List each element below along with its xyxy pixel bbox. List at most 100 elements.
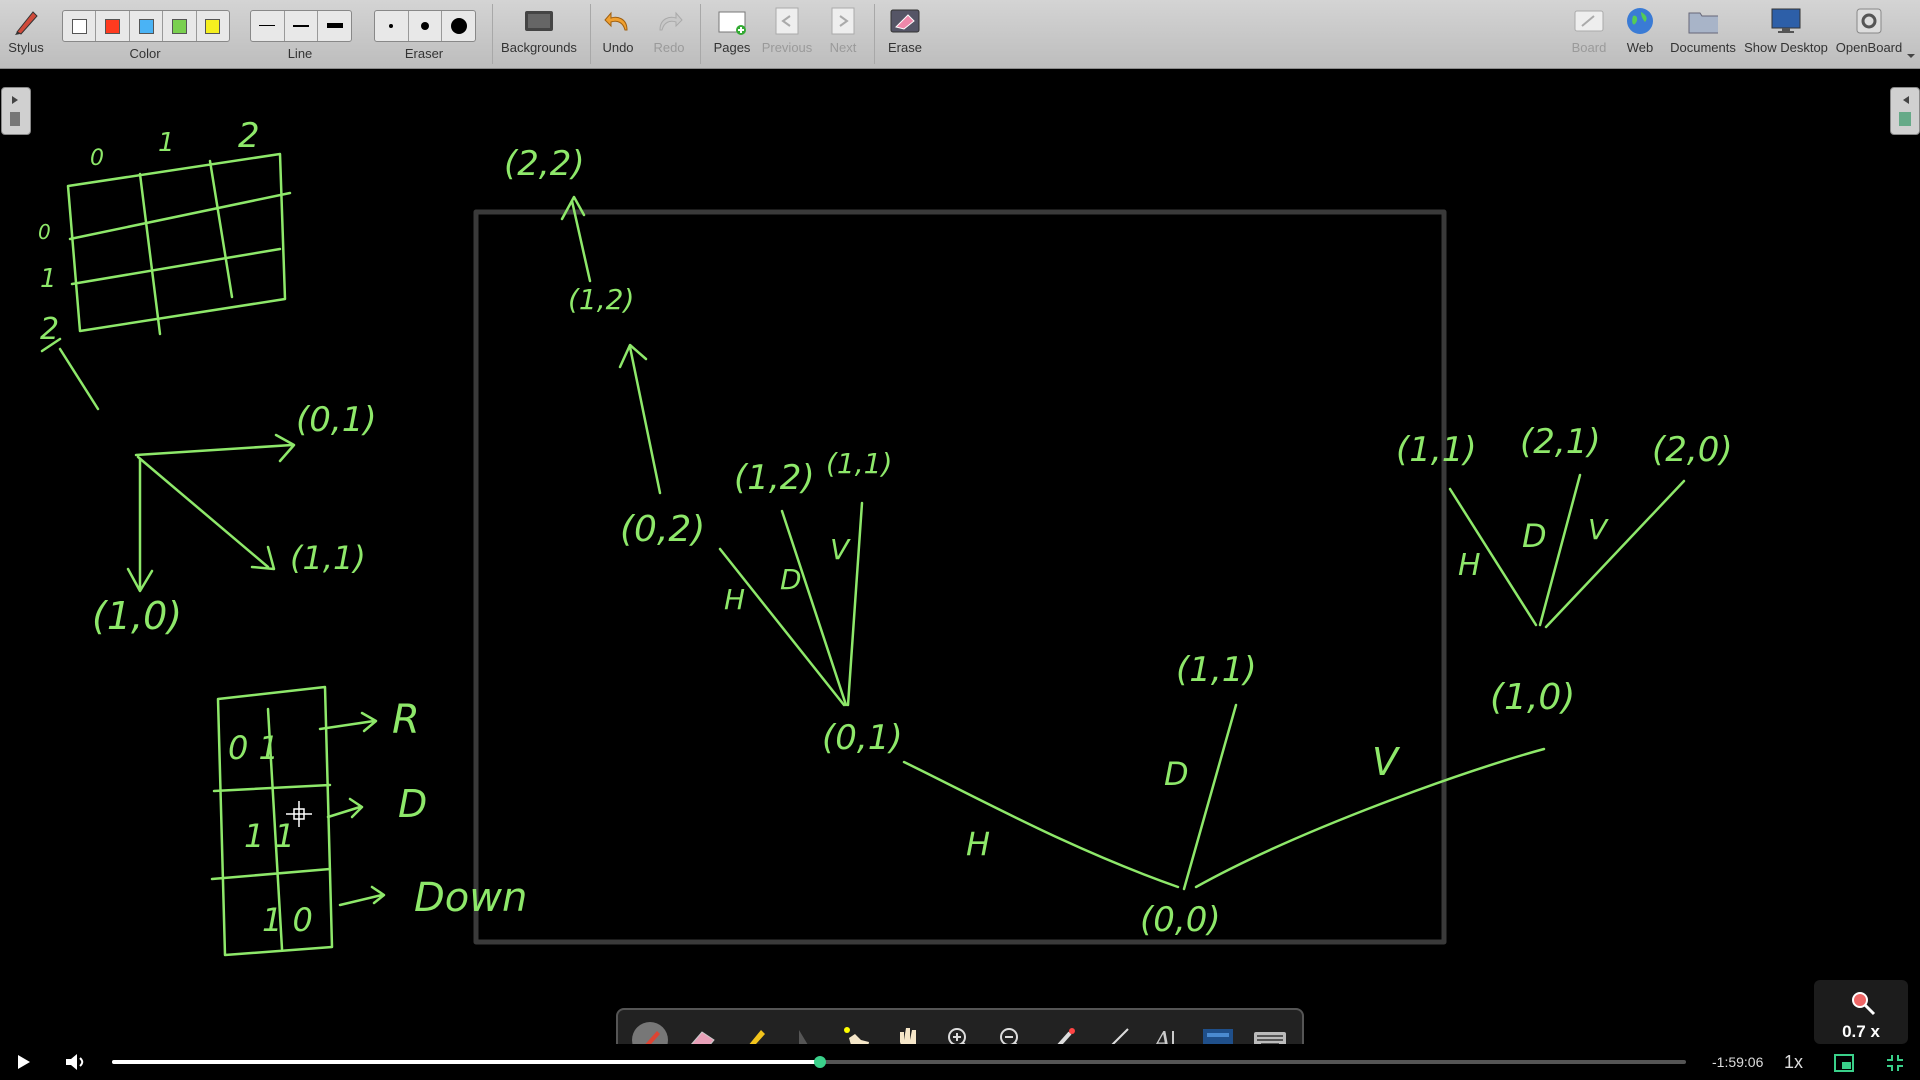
grid-sketch (66, 152, 292, 336)
arrow-right-sketch (134, 433, 296, 463)
board-label: Board (1571, 40, 1607, 55)
next-page-icon (828, 6, 858, 36)
color-white-swatch[interactable] (63, 11, 97, 41)
erase-label: Erase (888, 40, 922, 55)
tree-edge-d: D (780, 563, 802, 596)
color-white-chip (71, 18, 87, 34)
line-thick-button[interactable] (318, 11, 351, 41)
toolbar-divider (590, 4, 591, 64)
tree-node-12: (1,2) (568, 283, 634, 316)
tree-node-21: (2,1) (1520, 422, 1601, 462)
seek-handle[interactable] (814, 1056, 827, 1068)
show-desktop-button[interactable]: Show Desktop (1744, 6, 1828, 64)
tree-node-20: (2,0) (1652, 430, 1733, 470)
table-text: 1 0 (262, 901, 313, 939)
edge-root-to-10 (1194, 747, 1546, 889)
grid-row-label: 1 (40, 264, 57, 294)
erase-page-icon (890, 6, 920, 36)
edge-02-up (618, 343, 662, 495)
arrow-r-sketch (318, 711, 378, 733)
globe-icon (1625, 6, 1655, 36)
volume-icon[interactable] (64, 1052, 86, 1072)
color-yellow-swatch[interactable] (197, 11, 229, 41)
edge-root-to-11 (1182, 703, 1238, 891)
tree-node-11: (1,1) (1176, 650, 1257, 690)
backgrounds-icon (524, 6, 554, 36)
folder-icon (1688, 6, 1718, 36)
undo-icon (603, 6, 633, 36)
fullscreen-exit-icon[interactable] (1886, 1054, 1904, 1072)
eraser-medium-button[interactable] (409, 11, 443, 41)
erase-button[interactable]: Erase (882, 6, 928, 64)
arrow-diag-sketch (136, 455, 276, 571)
seek-track[interactable] (112, 1056, 1686, 1068)
backgrounds-button[interactable]: Backgrounds (498, 6, 580, 64)
tree-edge-v: V (1588, 513, 1609, 546)
zoom-widget[interactable]: 0.7 x (1814, 980, 1908, 1044)
arrow-label-down: Down (414, 875, 527, 921)
tree-node-12: (1,2) (734, 458, 815, 498)
time-remaining: -1:59:06 (1712, 1054, 1764, 1070)
documents-label: Documents (1670, 40, 1736, 55)
openboard-label: OpenBoard (1835, 40, 1903, 55)
arrow-down-label-sketch (338, 885, 386, 907)
color-green-swatch[interactable] (163, 11, 197, 41)
note-1-1: (1,1) (290, 539, 366, 577)
toolbar-divider (492, 4, 493, 64)
note-0-1: (0,1) (296, 400, 377, 440)
tree-edge-h: H (966, 825, 990, 863)
next-page-button[interactable]: Next (824, 6, 862, 64)
playback-bar: -1:59:06 1x (0, 1044, 1920, 1080)
main-toolbar: Stylus Color Line Eraser Backgrounds Und… (0, 0, 1920, 69)
line-thin-button[interactable] (251, 11, 285, 41)
seek-progress (112, 1060, 821, 1064)
board-button[interactable]: Board (1568, 6, 1610, 64)
color-red-swatch[interactable] (96, 11, 130, 41)
arrow-down-sketch (126, 457, 154, 593)
redo-button[interactable]: Redo (648, 6, 690, 64)
previous-page-icon (772, 6, 802, 36)
show-desktop-label: Show Desktop (1744, 40, 1828, 55)
frame-rect (473, 209, 1447, 945)
add-page-icon (717, 6, 747, 36)
toolbar-divider (700, 4, 701, 64)
line-width-group (250, 10, 352, 42)
toolbar-divider (874, 4, 875, 64)
edge-01-to-11 (846, 501, 864, 707)
table-text: 0 1 (228, 729, 279, 767)
line-medium-button[interactable] (285, 11, 319, 41)
color-blue-swatch[interactable] (130, 11, 164, 41)
openboard-menu-button[interactable]: OpenBoard (1834, 6, 1904, 64)
chevron-down-icon[interactable] (1906, 52, 1916, 60)
web-button[interactable]: Web (1620, 6, 1660, 64)
gear-icon (1854, 6, 1884, 36)
tree-edge-h: H (1458, 548, 1481, 583)
color-red-chip (105, 18, 121, 34)
arrow-label-r: R (392, 697, 420, 743)
line-group-label: Line (287, 46, 313, 61)
edge-root-to-01 (902, 760, 1180, 889)
note-1-0: (1,0) (92, 594, 182, 638)
picture-in-picture-icon[interactable] (1834, 1054, 1854, 1072)
grid-row-label: 2 (40, 312, 59, 347)
zoom-level: 0.7 x (1842, 1022, 1880, 1041)
arrow-label-d: D (398, 782, 427, 826)
pages-button[interactable]: Pages (710, 6, 754, 64)
stylus-button[interactable]: Stylus (4, 6, 48, 64)
eraser-size-group (374, 10, 476, 42)
eraser-large-button[interactable] (442, 11, 475, 41)
tree-node-01: (0,1) (822, 718, 903, 758)
edge-10-to-20 (1544, 479, 1686, 629)
tree-node-22: (2,2) (504, 144, 585, 184)
whiteboard-canvas[interactable]: 0 1 2 0 1 2 (0,1) (1,1) (1,0) 0 1 1 1 1 … (0, 69, 1920, 1044)
playback-speed-button[interactable]: 1x (1784, 1052, 1803, 1073)
table-text: 1 1 (244, 817, 295, 855)
arrow-d-sketch (326, 797, 364, 819)
eraser-group-label: Eraser (404, 46, 444, 61)
next-label: Next (829, 40, 857, 55)
undo-button[interactable]: Undo (598, 6, 638, 64)
documents-button[interactable]: Documents (1668, 6, 1738, 64)
play-icon[interactable] (16, 1054, 32, 1070)
previous-page-button[interactable]: Previous (758, 6, 816, 64)
eraser-small-button[interactable] (375, 11, 409, 41)
